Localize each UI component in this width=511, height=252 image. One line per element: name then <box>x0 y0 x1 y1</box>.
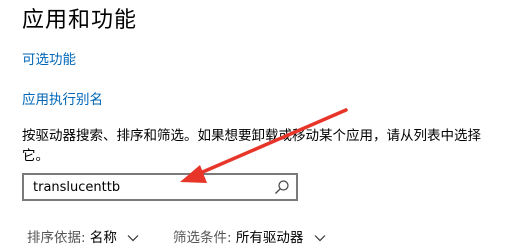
search-description: 按驱动器搜索、排序和筛选。如果想要卸载或移动某个应用，请从列表中选择它。 <box>22 128 481 164</box>
optional-features-link[interactable]: 可选功能 <box>22 48 76 68</box>
app-execution-alias-link[interactable]: 应用执行别名 <box>22 88 103 108</box>
search-input[interactable] <box>33 175 263 199</box>
filter-label: 筛选条件: <box>173 230 232 246</box>
search-box[interactable] <box>22 173 298 201</box>
page-title: 应用和功能 <box>22 8 138 33</box>
apps-and-features-page: 应用和功能 可选功能 应用执行别名 按驱动器搜索、排序和筛选。如果想要卸载或移动… <box>0 0 511 252</box>
sort-value: 名称 <box>89 230 117 246</box>
filter-value: 所有驱动器 <box>235 230 304 246</box>
search-icon[interactable] <box>274 179 290 195</box>
sort-dropdown[interactable]: 排序依据: 名称 <box>27 226 139 246</box>
chevron-down-icon <box>127 235 139 242</box>
sort-label: 排序依据: <box>27 230 86 246</box>
chevron-down-icon <box>314 235 326 242</box>
filter-dropdown[interactable]: 筛选条件: 所有驱动器 <box>173 226 326 246</box>
